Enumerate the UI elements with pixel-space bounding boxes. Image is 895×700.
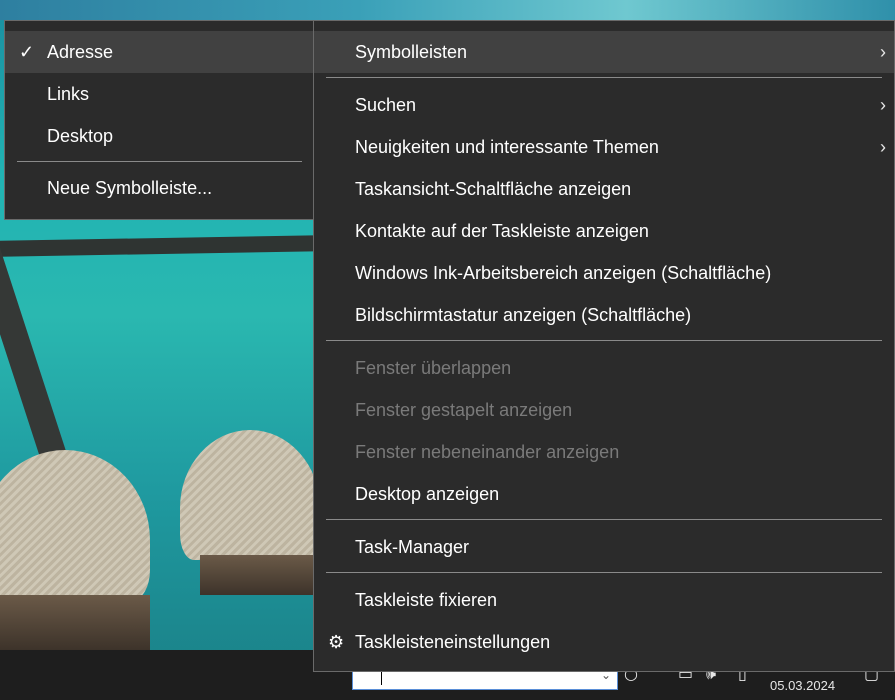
menu-item-label: Task-Manager (355, 537, 470, 557)
menu-item-label: Windows Ink-Arbeitsbereich anzeigen (Sch… (355, 263, 772, 283)
submenu-item-new-toolbar[interactable]: Neue Symbolleiste... (5, 167, 315, 209)
wallpaper-walkway-diagonal (0, 250, 76, 480)
submenu-item-label: Links (47, 84, 90, 104)
menu-item-label: Fenster überlappen (355, 358, 512, 378)
menu-separator (326, 77, 882, 78)
submenu-item-links[interactable]: Links (5, 73, 315, 115)
menu-item-cascade-windows: Fenster überlappen (314, 347, 894, 389)
chevron-right-icon: › (880, 137, 886, 157)
menu-item-news-interests[interactable]: Neuigkeiten und interessante Themen › (314, 126, 894, 168)
menu-separator (326, 572, 882, 573)
menu-item-label: Symbolleisten (355, 42, 468, 62)
menu-item-contacts[interactable]: Kontakte auf der Taskleiste anzeigen (314, 210, 894, 252)
menu-item-search[interactable]: Suchen › (314, 84, 894, 126)
wallpaper-hut-base (0, 595, 150, 650)
submenu-item-desktop[interactable]: Desktop (5, 115, 315, 157)
menu-separator (17, 161, 302, 162)
wallpaper-hut-roof (180, 430, 320, 560)
menu-item-label: Kontakte auf der Taskleiste anzeigen (355, 221, 649, 241)
wallpaper-water (0, 0, 895, 20)
menu-item-touch-keyboard[interactable]: Bildschirmtastatur anzeigen (Schaltfläch… (314, 294, 894, 336)
submenu-item-label: Adresse (47, 42, 114, 62)
menu-item-label: Suchen (355, 95, 417, 115)
menu-item-label: Fenster gestapelt anzeigen (355, 400, 573, 420)
menu-separator (326, 340, 882, 341)
toolbars-submenu: ✓ Adresse Links Desktop Neue Symbolleist… (4, 20, 315, 220)
menu-item-taskbar-settings[interactable]: ⚙ Taskleisteneinstellungen (314, 621, 894, 663)
menu-item-label: Fenster nebeneinander anzeigen (355, 442, 620, 462)
wallpaper-walkway (0, 235, 321, 257)
submenu-item-label: Neue Symbolleiste... (47, 178, 213, 198)
taskbar-date[interactable]: 05.03.2024 (770, 678, 835, 693)
menu-item-side-by-side: Fenster nebeneinander anzeigen (314, 431, 894, 473)
submenu-item-label: Desktop (47, 126, 114, 146)
menu-item-label: Taskansicht-Schaltfläche anzeigen (355, 179, 632, 199)
menu-item-task-view-button[interactable]: Taskansicht-Schaltfläche anzeigen (314, 168, 894, 210)
taskbar-context-menu: Symbolleisten › Suchen › Neuigkeiten und… (313, 20, 895, 672)
menu-item-label: Taskleiste fixieren (355, 590, 498, 610)
submenu-item-adresse[interactable]: ✓ Adresse (5, 31, 315, 73)
menu-item-label: Neuigkeiten und interessante Themen (355, 137, 659, 157)
menu-item-lock-taskbar[interactable]: Taskleiste fixieren (314, 579, 894, 621)
menu-item-label: Desktop anzeigen (355, 484, 500, 504)
menu-item-task-manager[interactable]: Task-Manager (314, 526, 894, 568)
chevron-right-icon: › (880, 42, 886, 62)
menu-item-stack-windows: Fenster gestapelt anzeigen (314, 389, 894, 431)
menu-item-label: Bildschirmtastatur anzeigen (Schaltfläch… (355, 305, 692, 325)
check-icon: ✓ (19, 42, 35, 62)
menu-item-toolbars[interactable]: Symbolleisten › (314, 31, 894, 73)
menu-item-label: Taskleisteneinstellungen (355, 632, 551, 652)
chevron-right-icon: › (880, 95, 886, 115)
menu-item-show-desktop[interactable]: Desktop anzeigen (314, 473, 894, 515)
wallpaper-hut-roof (0, 450, 150, 600)
wallpaper-hut-base (200, 555, 320, 595)
menu-separator (326, 519, 882, 520)
menu-item-windows-ink[interactable]: Windows Ink-Arbeitsbereich anzeigen (Sch… (314, 252, 894, 294)
gear-icon: ⚙ (328, 632, 345, 652)
